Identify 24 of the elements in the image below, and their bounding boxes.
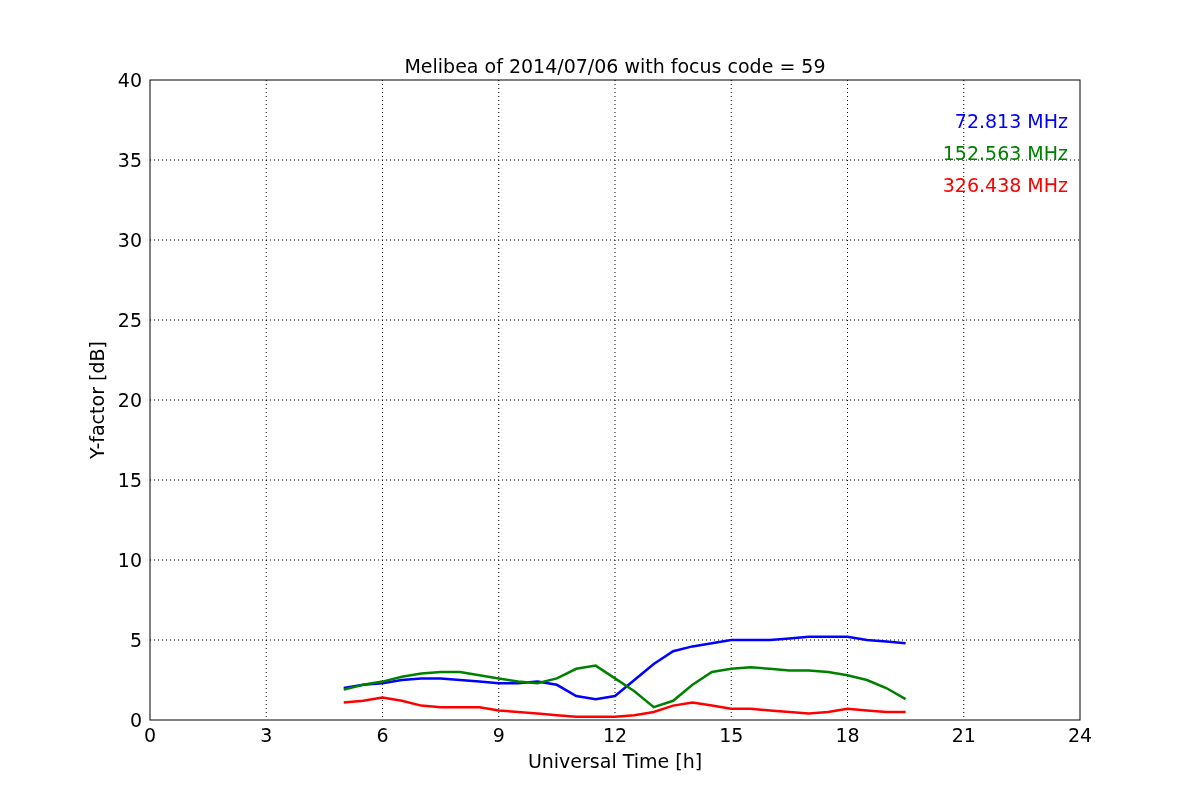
- y-axis-label: Y-factor [dB]: [86, 341, 108, 459]
- legend-label: 72.813 MHz: [954, 110, 1068, 132]
- x-tick-label: 21: [951, 724, 976, 746]
- y-tick-label: 20: [117, 389, 142, 411]
- x-tick-label: 3: [260, 724, 273, 746]
- y-tick-label: 10: [117, 549, 142, 571]
- chart-title: Melibea of 2014/07/06 with focus code = 59: [404, 55, 826, 77]
- legend-label: 326.438 MHz: [942, 174, 1068, 196]
- x-tick-label: 6: [376, 724, 389, 746]
- x-tick-label: 24: [1067, 724, 1093, 746]
- legend-label: 152.563 MHz: [942, 142, 1068, 164]
- x-axis-label: Universal Time [h]: [527, 750, 703, 772]
- y-tick-label: 0: [129, 709, 142, 731]
- y-tick-label: 30: [117, 229, 142, 251]
- x-tick-label: 18: [835, 724, 860, 746]
- x-tick-label: 12: [602, 724, 628, 746]
- y-tick-label: 5: [129, 629, 142, 651]
- y-tick-label: 15: [117, 469, 142, 491]
- x-tick-label: 9: [492, 724, 505, 746]
- x-tick-label: 15: [719, 724, 744, 746]
- y-tick-label: 25: [117, 309, 142, 331]
- y-tick-label: 35: [117, 149, 142, 171]
- x-tick-label: 0: [143, 724, 157, 746]
- y-tick-label: 40: [117, 69, 142, 91]
